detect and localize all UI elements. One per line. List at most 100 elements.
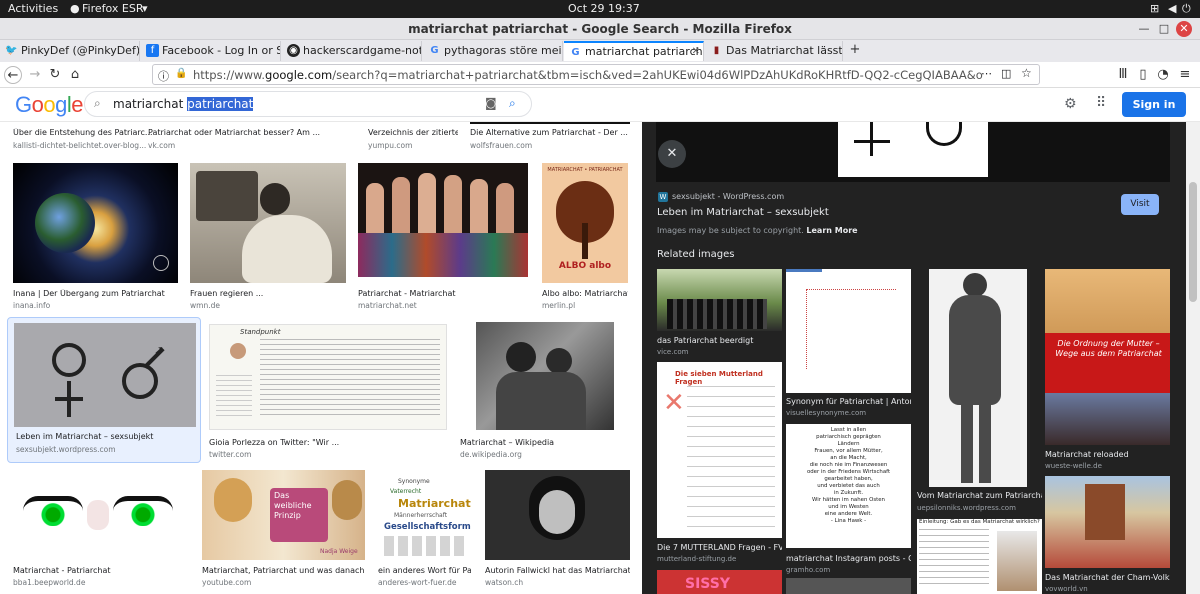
result-tile-wikipedia[interactable]: Matriarchat – Wikipedia de.wikipedia.org <box>460 322 630 462</box>
volume-icon[interactable]: ◀ <box>1168 2 1176 15</box>
back-button[interactable]: ← <box>4 66 22 84</box>
result-tile-twitter[interactable]: Standpunkt Gioia Porlezza on Twitter: "W… <box>209 324 447 462</box>
lock-icon[interactable]: 🔒 <box>175 68 187 79</box>
related-tile[interactable]: Die Ordnung der Mutter – Wege aus dem Pa… <box>1045 269 1170 471</box>
related-source: uepsilonniks.wordpress.com <box>917 504 1016 512</box>
result-tile[interactable]: Verzeichnis der zitierte... yumpu.com <box>368 122 458 152</box>
tab-label: Facebook - Log In or Sig <box>162 44 281 57</box>
result-tile-patriarchat[interactable]: Patriarchat - Matriarchat matriarchat.ne… <box>358 163 528 313</box>
related-tile[interactable] <box>786 578 911 594</box>
tab-github[interactable]: ◉ hackerscardgame-notes <box>282 41 422 61</box>
related-source: vice.com <box>657 348 689 356</box>
page-scrollbar[interactable] <box>1186 122 1200 594</box>
result-tile[interactable]: Die Alternative zum Patriarchat - Der ..… <box>470 122 630 152</box>
info-icon[interactable]: ⓘ <box>158 68 169 84</box>
clock[interactable]: Oct 29 19:37 <box>568 2 640 15</box>
tab-matriarchat[interactable]: ▮ Das Matriarchat lässt grü <box>705 41 843 61</box>
result-tile-sexsubjekt-selected[interactable]: ➚ Leben im Matriarchat – sexsubjekt sexs… <box>7 317 201 463</box>
tab-label: pythagoras störe meine K <box>444 44 562 57</box>
result-caption: ein anderes Wort für Pat... <box>378 566 471 575</box>
camera-icon[interactable]: ◙ <box>485 96 497 110</box>
result-tile-albo[interactable]: MATRIARCHAT • PATRIARCHAT ALBO albo Albo… <box>542 163 628 313</box>
preview-image[interactable] <box>838 122 988 177</box>
mutterland-title: Die sieben Mutterland Fragen <box>675 370 763 386</box>
related-tile[interactable]: Einleitung: Gab es das Matriarchat wirkl… <box>917 519 1042 594</box>
activities-button[interactable]: Activities <box>8 2 58 15</box>
close-preview-button[interactable]: ✕ <box>658 140 686 168</box>
result-tile-prinzip[interactable]: Das weibliche Prinzip Nadja Weige Matria… <box>202 470 365 594</box>
twitter-icon: 🐦 <box>5 45 18 56</box>
search-input[interactable]: ⌕ matriarchat patriarchat ◙ ⌕ <box>84 91 532 117</box>
tab-label: matriarchat patriarchat - <box>585 45 703 58</box>
scrollbar-thumb[interactable] <box>1189 182 1197 302</box>
page-actions-icon[interactable]: ⋯ <box>981 67 992 80</box>
settings-gear-icon[interactable]: ⚙ <box>1064 96 1077 112</box>
related-tile[interactable]: Synonym für Patriarchat | Antony... visu… <box>786 269 911 423</box>
google-icon: G <box>430 45 439 56</box>
sidebar-icon[interactable]: ▯ <box>1134 66 1152 84</box>
related-tile[interactable]: das Patriarchat beerdigt vice.com <box>657 269 782 359</box>
menu-icon[interactable]: ≡ <box>1176 66 1194 84</box>
result-caption: Albo albo: Matriarchat ... <box>542 289 628 298</box>
forward-button[interactable]: → <box>26 66 44 84</box>
result-tile-frauen[interactable]: Frauen regieren ... wmn.de <box>190 163 346 313</box>
related-tile-sissy[interactable]: SISSY <box>657 570 782 594</box>
news-heading: Standpunkt <box>240 328 281 336</box>
apps-grid-icon[interactable]: ⠿ <box>1096 95 1106 111</box>
tab-bar: 🐦 PinkyDef (@PinkyDef) / T f Facebook - … <box>0 40 1200 62</box>
result-caption: Patriarchat - Matriarchat <box>358 289 456 298</box>
preview-title[interactable]: Leben im Matriarchat – sexsubjekt <box>657 207 829 218</box>
result-tile-watson[interactable]: Autorin Fallwickl hat das Matriarchat ..… <box>485 470 630 594</box>
maximize-button[interactable]: □ <box>1156 21 1172 37</box>
related-caption: Die 7 MUTTERLAND Fragen - FV ... <box>657 543 782 552</box>
account-icon[interactable]: ◔ <box>1154 66 1172 84</box>
close-tab-icon[interactable]: ✕ <box>692 46 700 57</box>
new-tab-button[interactable]: + <box>846 41 864 59</box>
bookmark-star-icon[interactable]: ☆ <box>1021 66 1032 80</box>
result-source: twitter.com <box>209 450 252 459</box>
quote-card: Lasst in allen patriarchisch geprägten L… <box>786 424 911 548</box>
related-tile[interactable]: Vom Matriarchat zum Patriarcha... uepsil… <box>917 269 1042 517</box>
related-images-heading: Related images <box>657 249 735 260</box>
result-image <box>13 163 178 283</box>
albo-book-title: MATRIARCHAT • PATRIARCHAT <box>547 167 623 173</box>
google-logo[interactable]: Google <box>15 92 84 118</box>
related-tile-quote[interactable]: Lasst in allen patriarchisch geprägten L… <box>786 424 911 576</box>
preview-source[interactable]: sexsubjekt - WordPress.com <box>672 192 784 201</box>
reload-button[interactable]: ↻ <box>46 66 64 84</box>
sign-in-button[interactable]: Sign in <box>1122 92 1186 117</box>
tab-google-active[interactable]: G matriarchat patriarchat - ✕ <box>564 41 704 61</box>
result-tile-wordcloud[interactable]: Synonyme Vaterrecht Matriarchat Männerhe… <box>378 470 471 594</box>
related-caption: matriarchat Instagram posts - Gr... <box>786 554 911 563</box>
related-source: mutterland-stiftung.de <box>657 555 737 563</box>
related-tile[interactable]: Die sieben Mutterland Fragen ✕ Die 7 MUT… <box>657 362 782 570</box>
tab-facebook[interactable]: f Facebook - Log In or Sig <box>141 41 281 61</box>
tab-twitter[interactable]: 🐦 PinkyDef (@PinkyDef) / T <box>0 41 140 61</box>
result-tile-eyes[interactable]: Matriarchat - Patriarchat bba1.beepworld… <box>13 470 188 594</box>
search-submit-icon[interactable]: ⌕ <box>509 96 516 111</box>
gnome-top-bar: Activities ● Firefox ESR ▾ Oct 29 19:37 … <box>0 0 1200 18</box>
network-icon[interactable]: ⊞ <box>1150 2 1159 15</box>
home-icon[interactable]: ⌂ <box>66 66 84 84</box>
library-icon[interactable]: Ⅲ <box>1114 66 1132 84</box>
related-tile[interactable]: Das Matriarchat der Cham-Volks... vovwor… <box>1045 476 1170 594</box>
result-caption: Patriarchat oder Matriarchat besser? Am … <box>148 128 321 137</box>
result-caption: Die Alternative zum Patriarchat - Der ..… <box>470 128 628 137</box>
wordcloud-word: Synonyme <box>398 478 430 485</box>
result-image: Das weibliche Prinzip Nadja Weige <box>202 470 365 560</box>
power-icon[interactable]: ⏻ <box>1182 2 1191 16</box>
minimize-button[interactable]: — <box>1136 21 1152 37</box>
url-bar[interactable]: ⓘ 🔒 https://www.google.com/search?q=matr… <box>152 64 1040 85</box>
result-caption: Inana | Der Übergang zum Patriarchat <box>13 289 165 298</box>
tab-google-pythagoras[interactable]: G pythagoras störe meine K <box>423 41 563 61</box>
visit-button[interactable]: Visit <box>1121 194 1159 215</box>
close-window-button[interactable]: ✕ <box>1176 21 1192 37</box>
learn-more-link[interactable]: Learn More <box>806 226 857 235</box>
tab-label: Das Matriarchat lässt grü <box>726 44 843 57</box>
result-image: Synonyme Vaterrecht Matriarchat Männerhe… <box>378 470 471 560</box>
result-tile[interactable]: Patriarchat oder Matriarchat besser? Am … <box>148 122 348 152</box>
result-tile-inana[interactable]: Inana | Der Übergang zum Patriarchat ina… <box>13 163 178 313</box>
result-caption: Matriarchat, Patriarchat und was danach … <box>202 566 365 575</box>
app-menu[interactable]: Firefox ESR <box>82 2 143 15</box>
pocket-icon[interactable]: ◫ <box>1001 67 1011 80</box>
